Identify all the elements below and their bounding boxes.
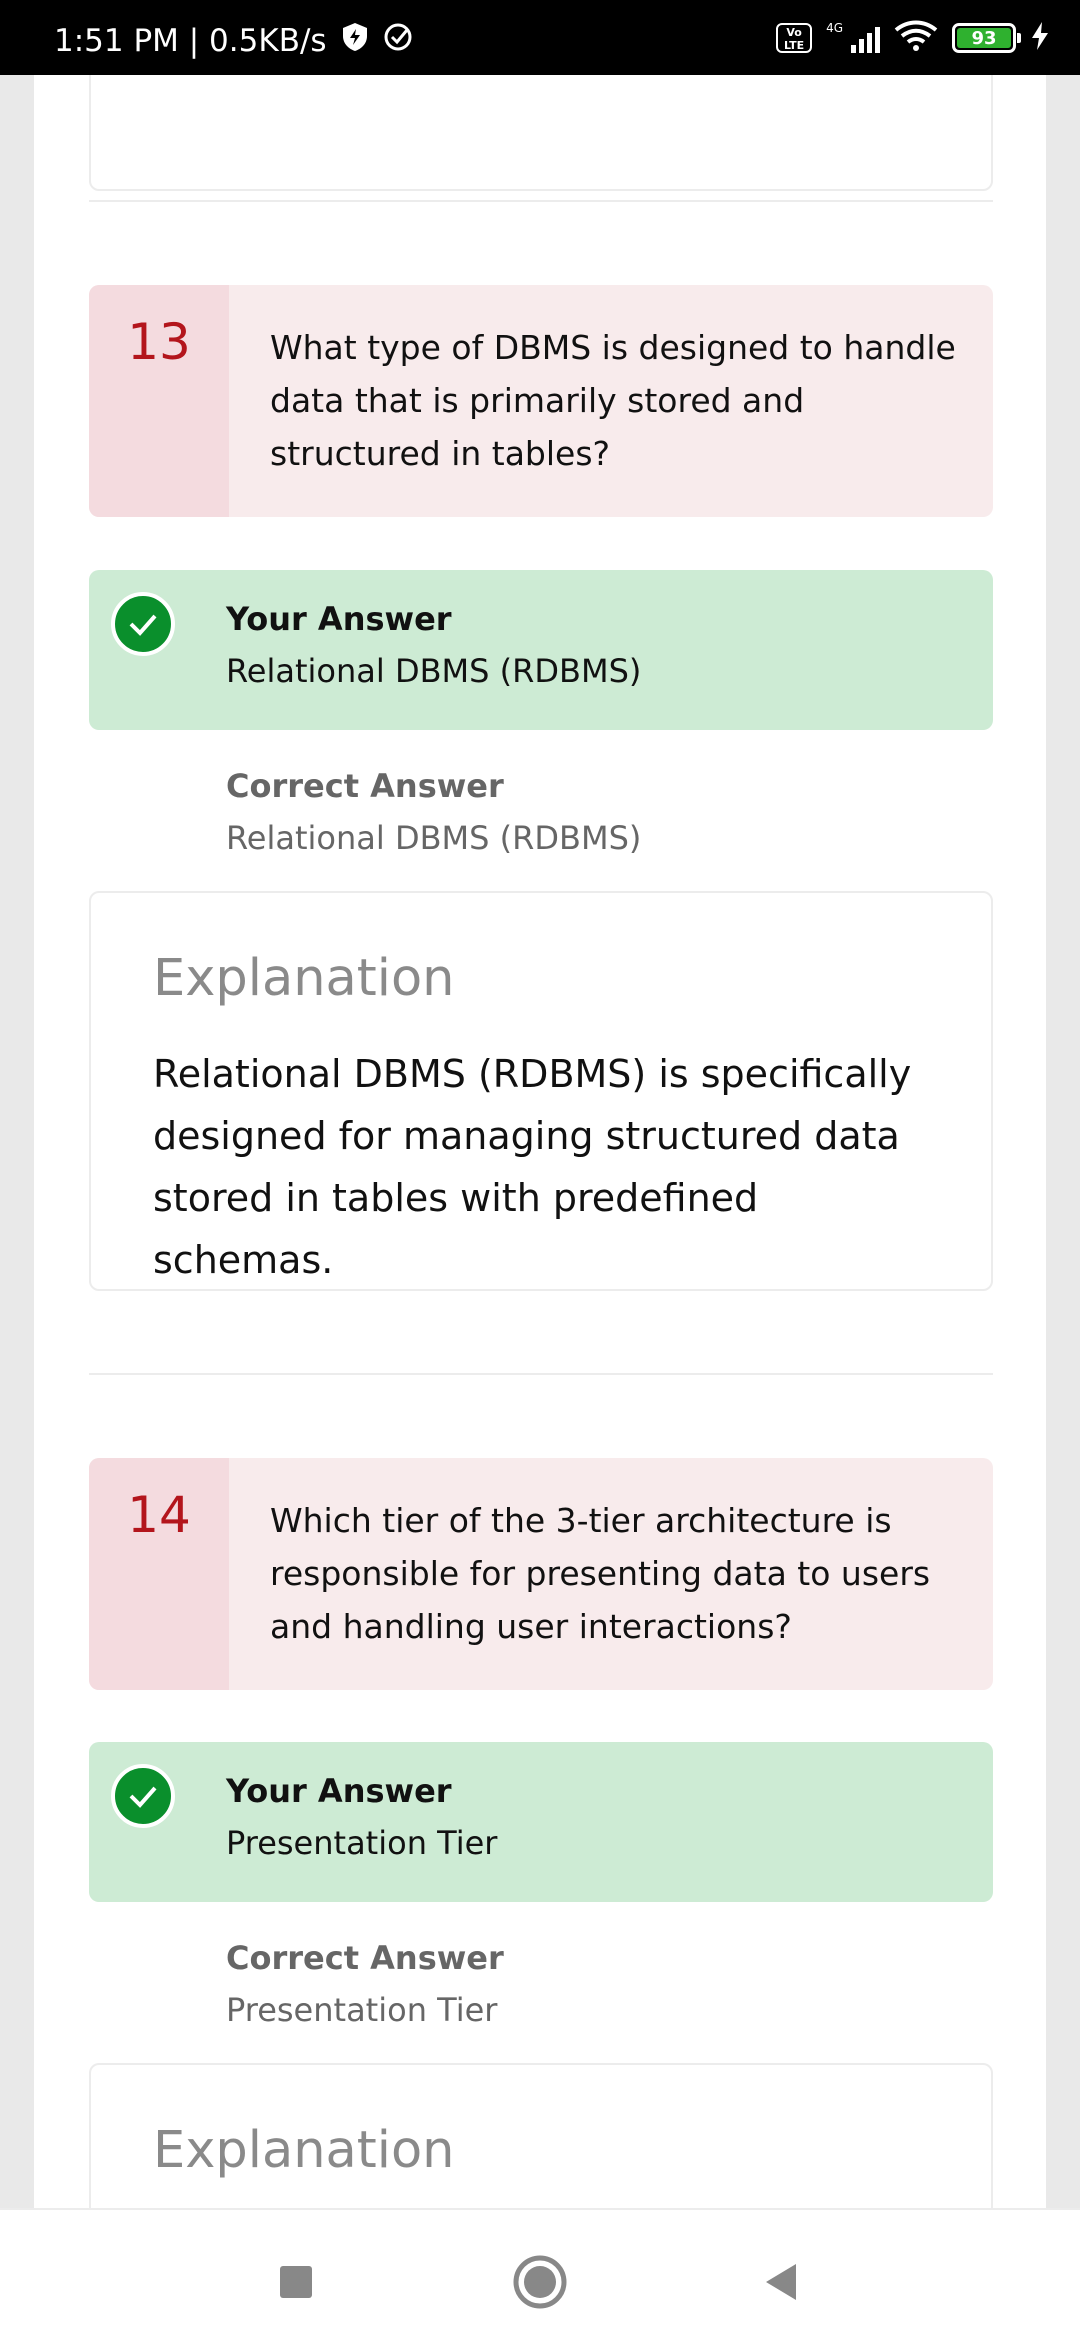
back-triangle-icon bbox=[766, 2264, 796, 2300]
circle-icon bbox=[513, 2255, 567, 2309]
explanation-title: Explanation bbox=[153, 949, 455, 1008]
question-number: 14 bbox=[89, 1458, 229, 1690]
correct-answer-label: Correct Answer bbox=[226, 1939, 504, 1977]
status-bar: 1:51 PM | 0.5KB/s Vo LTE 4G 93 bbox=[0, 0, 1080, 75]
explanation-text: Relational DBMS (RDBMS) is specifically … bbox=[153, 1052, 912, 1282]
correct-answer: Correct Answer Relational DBMS (RDBMS) bbox=[226, 767, 926, 857]
explanation-card: Explanation bbox=[89, 2063, 993, 2208]
explanation-card: Explanation Relational DBMS (RDBMS) is s… bbox=[89, 891, 993, 1291]
divider bbox=[89, 200, 993, 202]
correct-answer-label: Correct Answer bbox=[226, 767, 504, 805]
previous-explanation-card bbox=[89, 75, 993, 191]
home-button[interactable] bbox=[508, 2250, 572, 2314]
correct-answer: Correct Answer Presentation Tier bbox=[226, 1939, 926, 2029]
back-button[interactable] bbox=[750, 2250, 814, 2314]
charging-icon bbox=[1030, 21, 1050, 55]
quiz-results-page[interactable]: 13 What type of DBMS is designed to hand… bbox=[34, 75, 1046, 2208]
battery-level: 93 bbox=[957, 28, 1011, 49]
status-time-speed: 1:51 PM | 0.5KB/s bbox=[54, 23, 327, 59]
check-icon bbox=[111, 592, 175, 656]
correct-answer-value: Presentation Tier bbox=[226, 1991, 498, 2029]
question-card: 14 Which tier of the 3-tier architecture… bbox=[89, 1458, 993, 1690]
question-text: What type of DBMS is designed to handle … bbox=[270, 328, 956, 473]
your-answer-value: Relational DBMS (RDBMS) bbox=[226, 652, 642, 690]
wifi-icon bbox=[894, 20, 938, 56]
your-answer-box: Your Answer Presentation Tier bbox=[89, 1742, 993, 1902]
shield-icon bbox=[341, 22, 369, 60]
question-number: 13 bbox=[89, 285, 229, 517]
check-icon bbox=[111, 1764, 175, 1828]
your-answer-label: Your Answer bbox=[226, 600, 452, 638]
battery-icon: 93 bbox=[952, 23, 1021, 53]
recents-button[interactable] bbox=[264, 2250, 328, 2314]
your-answer-box: Your Answer Relational DBMS (RDBMS) bbox=[89, 570, 993, 730]
your-answer-label: Your Answer bbox=[226, 1772, 452, 1810]
network-type: 4G bbox=[826, 21, 843, 35]
volte-icon: Vo LTE bbox=[776, 23, 813, 53]
correct-answer-value: Relational DBMS (RDBMS) bbox=[226, 819, 642, 857]
question-text: Which tier of the 3-tier architecture is… bbox=[270, 1501, 931, 1646]
check-circle-icon bbox=[383, 22, 413, 60]
divider bbox=[89, 1373, 993, 1375]
question-card: 13 What type of DBMS is designed to hand… bbox=[89, 285, 993, 517]
explanation-title: Explanation bbox=[153, 2121, 455, 2180]
signal-icon bbox=[851, 23, 880, 53]
square-icon bbox=[280, 2266, 312, 2298]
navigation-bar bbox=[0, 2208, 1080, 2340]
your-answer-value: Presentation Tier bbox=[226, 1824, 498, 1862]
